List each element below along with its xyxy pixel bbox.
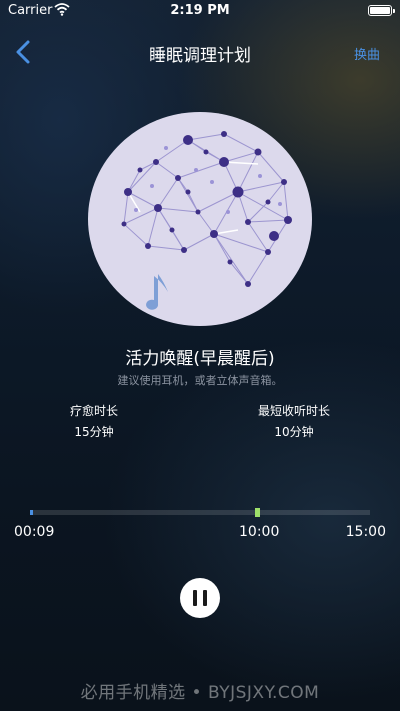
min-listen-stat: 最短收听时长 10分钟 [224,402,364,440]
elapsed-time: 00:09 [14,524,55,540]
battery-fill [370,7,390,14]
healing-duration-stat: 疗愈时长 15分钟 [24,402,164,440]
headphone-hint: 建议使用耳机，或者立体声音箱。 [117,374,283,387]
battery-icon [368,5,395,16]
brain-network-icon [121,131,292,310]
total-time: 15:00 [345,524,386,540]
navigation-bar: 睡眠调理计划 换曲 [0,30,400,74]
min-listen-marker [254,508,260,517]
status-bar: Carrier 2:19 PM [0,0,400,22]
page-title: 睡眠调理计划 [149,46,251,66]
healing-duration-label: 疗愈时长 [69,404,118,418]
pause-button[interactable] [180,578,220,618]
music-note-icon [146,274,168,310]
progress-fill [30,510,34,515]
album-art [88,112,312,326]
healing-duration-value: 15分钟 [74,425,114,439]
switch-track-button[interactable]: 换曲 [354,44,380,63]
marker-time: 10:00 [239,524,280,540]
min-listen-label: 最短收听时长 [257,404,330,418]
watermark: 必用手机精选 • BYJSJXY.COM [80,683,320,703]
status-time: 2:19 PM [170,3,230,18]
min-listen-value: 10分钟 [274,425,314,439]
progress-slider[interactable] [30,508,370,517]
track-title: 活力唤醒(早晨醒后) [125,349,275,369]
